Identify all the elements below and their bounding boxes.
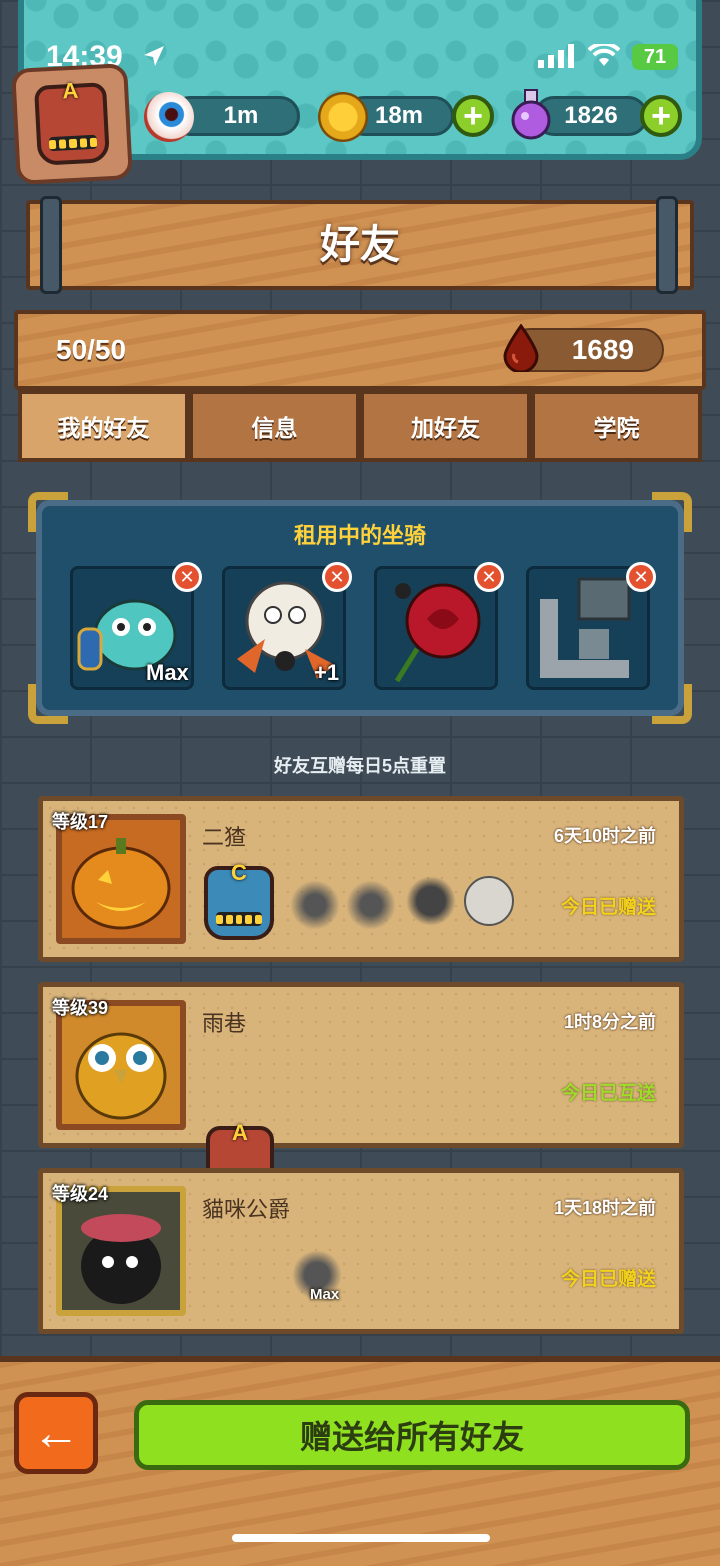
left-bracket xyxy=(40,196,62,294)
add-potion-button[interactable]: + xyxy=(640,95,682,137)
rank-letter: C xyxy=(231,860,247,885)
battery-indicator: 71 xyxy=(632,44,678,70)
player-avatar[interactable]: A xyxy=(11,63,133,185)
back-button[interactable]: ← xyxy=(14,1392,98,1474)
tab-add-friend[interactable]: 加好友 xyxy=(360,390,531,462)
potion-icon xyxy=(508,88,554,145)
remove-mount-button[interactable]: ✕ xyxy=(322,562,352,592)
gift-status: 今日已赠送 xyxy=(560,1269,656,1290)
friend-name: 雨巷 xyxy=(202,1011,247,1036)
panel-corner xyxy=(652,684,692,724)
friend-level: 等级39 xyxy=(52,998,109,1018)
friend-name: 貓咪公爵 xyxy=(202,1197,291,1222)
send-all-button[interactable]: 赠送给所有好友 xyxy=(134,1400,690,1470)
mount-icon xyxy=(290,880,340,930)
mount-icon xyxy=(464,876,514,926)
mount-icon xyxy=(406,876,456,926)
remove-mount-button[interactable]: ✕ xyxy=(626,562,656,592)
tab-academy[interactable]: 学院 xyxy=(531,390,702,462)
black-blob-icon xyxy=(81,1214,161,1304)
friend-count: 50/50 xyxy=(56,334,127,365)
back-arrow-icon: ← xyxy=(32,1406,80,1460)
eyeball-value: 1m xyxy=(223,102,259,129)
rank-badge: C xyxy=(204,860,274,940)
pumpkin-icon xyxy=(71,838,171,930)
friend-last-seen: 1时8分之前 xyxy=(563,1012,656,1032)
blood-value: 1689 xyxy=(571,334,634,365)
location-icon xyxy=(142,44,166,73)
mount-tag: Max xyxy=(310,1286,340,1303)
mounts-title: 租用中的坐骑 xyxy=(293,523,426,548)
rank-letter: A xyxy=(61,77,79,104)
potion-value: 1826 xyxy=(564,102,618,129)
blood-drop-icon xyxy=(502,323,540,374)
rank-badge: A xyxy=(33,78,111,166)
friend-last-seen: 1天18时之前 xyxy=(553,1198,656,1218)
friend-level: 等级17 xyxy=(52,812,109,832)
page-title: 好友 xyxy=(320,223,400,267)
add-coin-button[interactable]: + xyxy=(452,95,494,137)
title-board: 好友 xyxy=(26,200,694,290)
tab-messages[interactable]: 信息 xyxy=(189,390,360,462)
owl-icon xyxy=(75,1032,167,1120)
mount-tag: +1 xyxy=(314,660,340,685)
tab-bar: 我的好友 信息 加好友 学院 xyxy=(18,390,702,462)
remove-mount-button[interactable]: ✕ xyxy=(172,562,202,592)
coin-icon xyxy=(318,92,368,142)
tab-my-friends[interactable]: 我的好友 xyxy=(18,390,189,462)
reset-note: 好友互赠每日5点重置 xyxy=(273,756,446,776)
coin-value: 18m xyxy=(374,102,424,129)
mount-icon xyxy=(346,880,396,930)
rank-letter: A xyxy=(232,1120,248,1145)
home-indicator[interactable] xyxy=(232,1534,490,1542)
remove-mount-button[interactable]: ✕ xyxy=(474,562,504,592)
mount-tag: Max xyxy=(146,660,189,685)
friend-name: 二猹 xyxy=(202,825,247,850)
friend-last-seen: 6天10时之前 xyxy=(553,826,656,846)
friend-level: 等级24 xyxy=(52,1184,109,1204)
right-bracket xyxy=(656,196,678,294)
wifi-icon xyxy=(587,41,621,73)
signal-icon xyxy=(538,44,576,73)
eyeball-icon xyxy=(144,92,194,142)
panel-corner xyxy=(28,684,68,724)
gift-status: 今日已互送 xyxy=(560,1083,656,1104)
